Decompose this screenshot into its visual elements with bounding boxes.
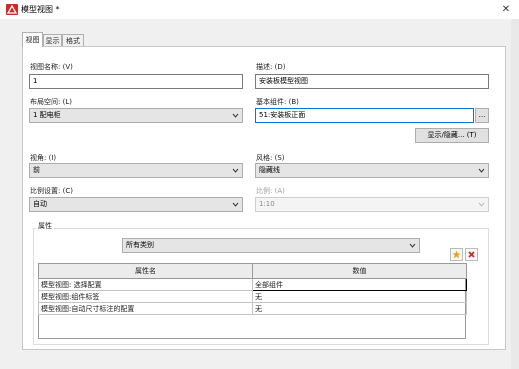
chevron-down-icon: [232, 168, 239, 173]
scale-select: 1:10: [255, 197, 489, 212]
table-row[interactable]: 模型视图:组件标签 无: [38, 290, 467, 303]
scale-setting-select[interactable]: 自动: [29, 197, 243, 212]
chevron-down-icon: [232, 113, 239, 118]
style-label: 风格: (S): [256, 154, 285, 162]
browse-button[interactable]: ...: [475, 108, 489, 123]
layout-space-value: 1 配电柜: [33, 111, 61, 119]
window-title: 模型视图 *: [21, 5, 60, 14]
star-icon: [452, 250, 461, 259]
chevron-down-icon: [232, 202, 239, 207]
viewing-angle-value: 前: [33, 166, 40, 174]
properties-group-title: 属性: [36, 221, 54, 231]
base-component-input[interactable]: 51:安装板正面: [255, 108, 474, 123]
tab-view[interactable]: 视图: [22, 32, 43, 47]
property-value-cell[interactable]: 全部组件: [252, 278, 467, 291]
chevron-down-icon: [409, 243, 416, 248]
property-name-cell: 模型视图: 选择配置: [38, 278, 253, 291]
description-input[interactable]: 安装板模型视图: [255, 74, 489, 89]
viewing-angle-label: 视角: (I): [30, 154, 57, 162]
layout-space-label: 布局空间: (L): [30, 98, 72, 106]
property-name-cell: 模型视图:自动尺寸标注的配置: [38, 302, 253, 315]
property-table: 属性名 数值 模型视图: 选择配置 全部组件 模型视图:组件标签 无 模型视图:…: [38, 263, 467, 315]
property-value-cell[interactable]: 无: [252, 290, 467, 303]
view-name-label: 视图名称: (V): [30, 63, 73, 71]
new-property-button[interactable]: [450, 248, 463, 261]
category-filter-value: 所有类别: [126, 241, 154, 249]
style-value: 隐藏线: [259, 166, 280, 174]
scale-value: 1:10: [259, 200, 275, 208]
close-icon[interactable]: ✕: [495, 1, 517, 18]
category-filter-select[interactable]: 所有类别: [122, 238, 420, 253]
scale-setting-label: 比例设置: (C): [30, 187, 73, 195]
layout-space-select[interactable]: 1 配电柜: [29, 108, 243, 123]
view-name-input[interactable]: 1: [29, 74, 243, 89]
app-logo-icon: [6, 4, 18, 15]
delete-icon: [468, 251, 475, 258]
column-header-name[interactable]: 属性名: [38, 263, 253, 279]
chevron-down-icon: [478, 168, 485, 173]
table-row[interactable]: 模型视图: 选择配置 全部组件: [38, 278, 467, 291]
delete-property-button[interactable]: [465, 248, 478, 261]
description-label: 描述: (D): [256, 63, 286, 71]
style-select[interactable]: 隐藏线: [255, 163, 489, 178]
window-edge: [511, 19, 519, 369]
base-component-label: 基本组件: (B): [256, 98, 299, 106]
column-header-value[interactable]: 数值: [252, 263, 467, 279]
scale-setting-value: 自动: [33, 200, 47, 208]
chevron-down-icon: [478, 202, 485, 207]
property-value-cell[interactable]: 无: [252, 302, 467, 315]
property-name-cell: 模型视图:组件标签: [38, 290, 253, 303]
table-row[interactable]: 模型视图:自动尺寸标注的配置 无: [38, 302, 467, 315]
viewing-angle-select[interactable]: 前: [29, 163, 243, 178]
scale-label: 比例: (A): [256, 187, 285, 195]
show-hide-button[interactable]: 显示/隐藏... (T): [415, 128, 489, 143]
title-bar: 模型视图 * ✕: [0, 0, 519, 19]
